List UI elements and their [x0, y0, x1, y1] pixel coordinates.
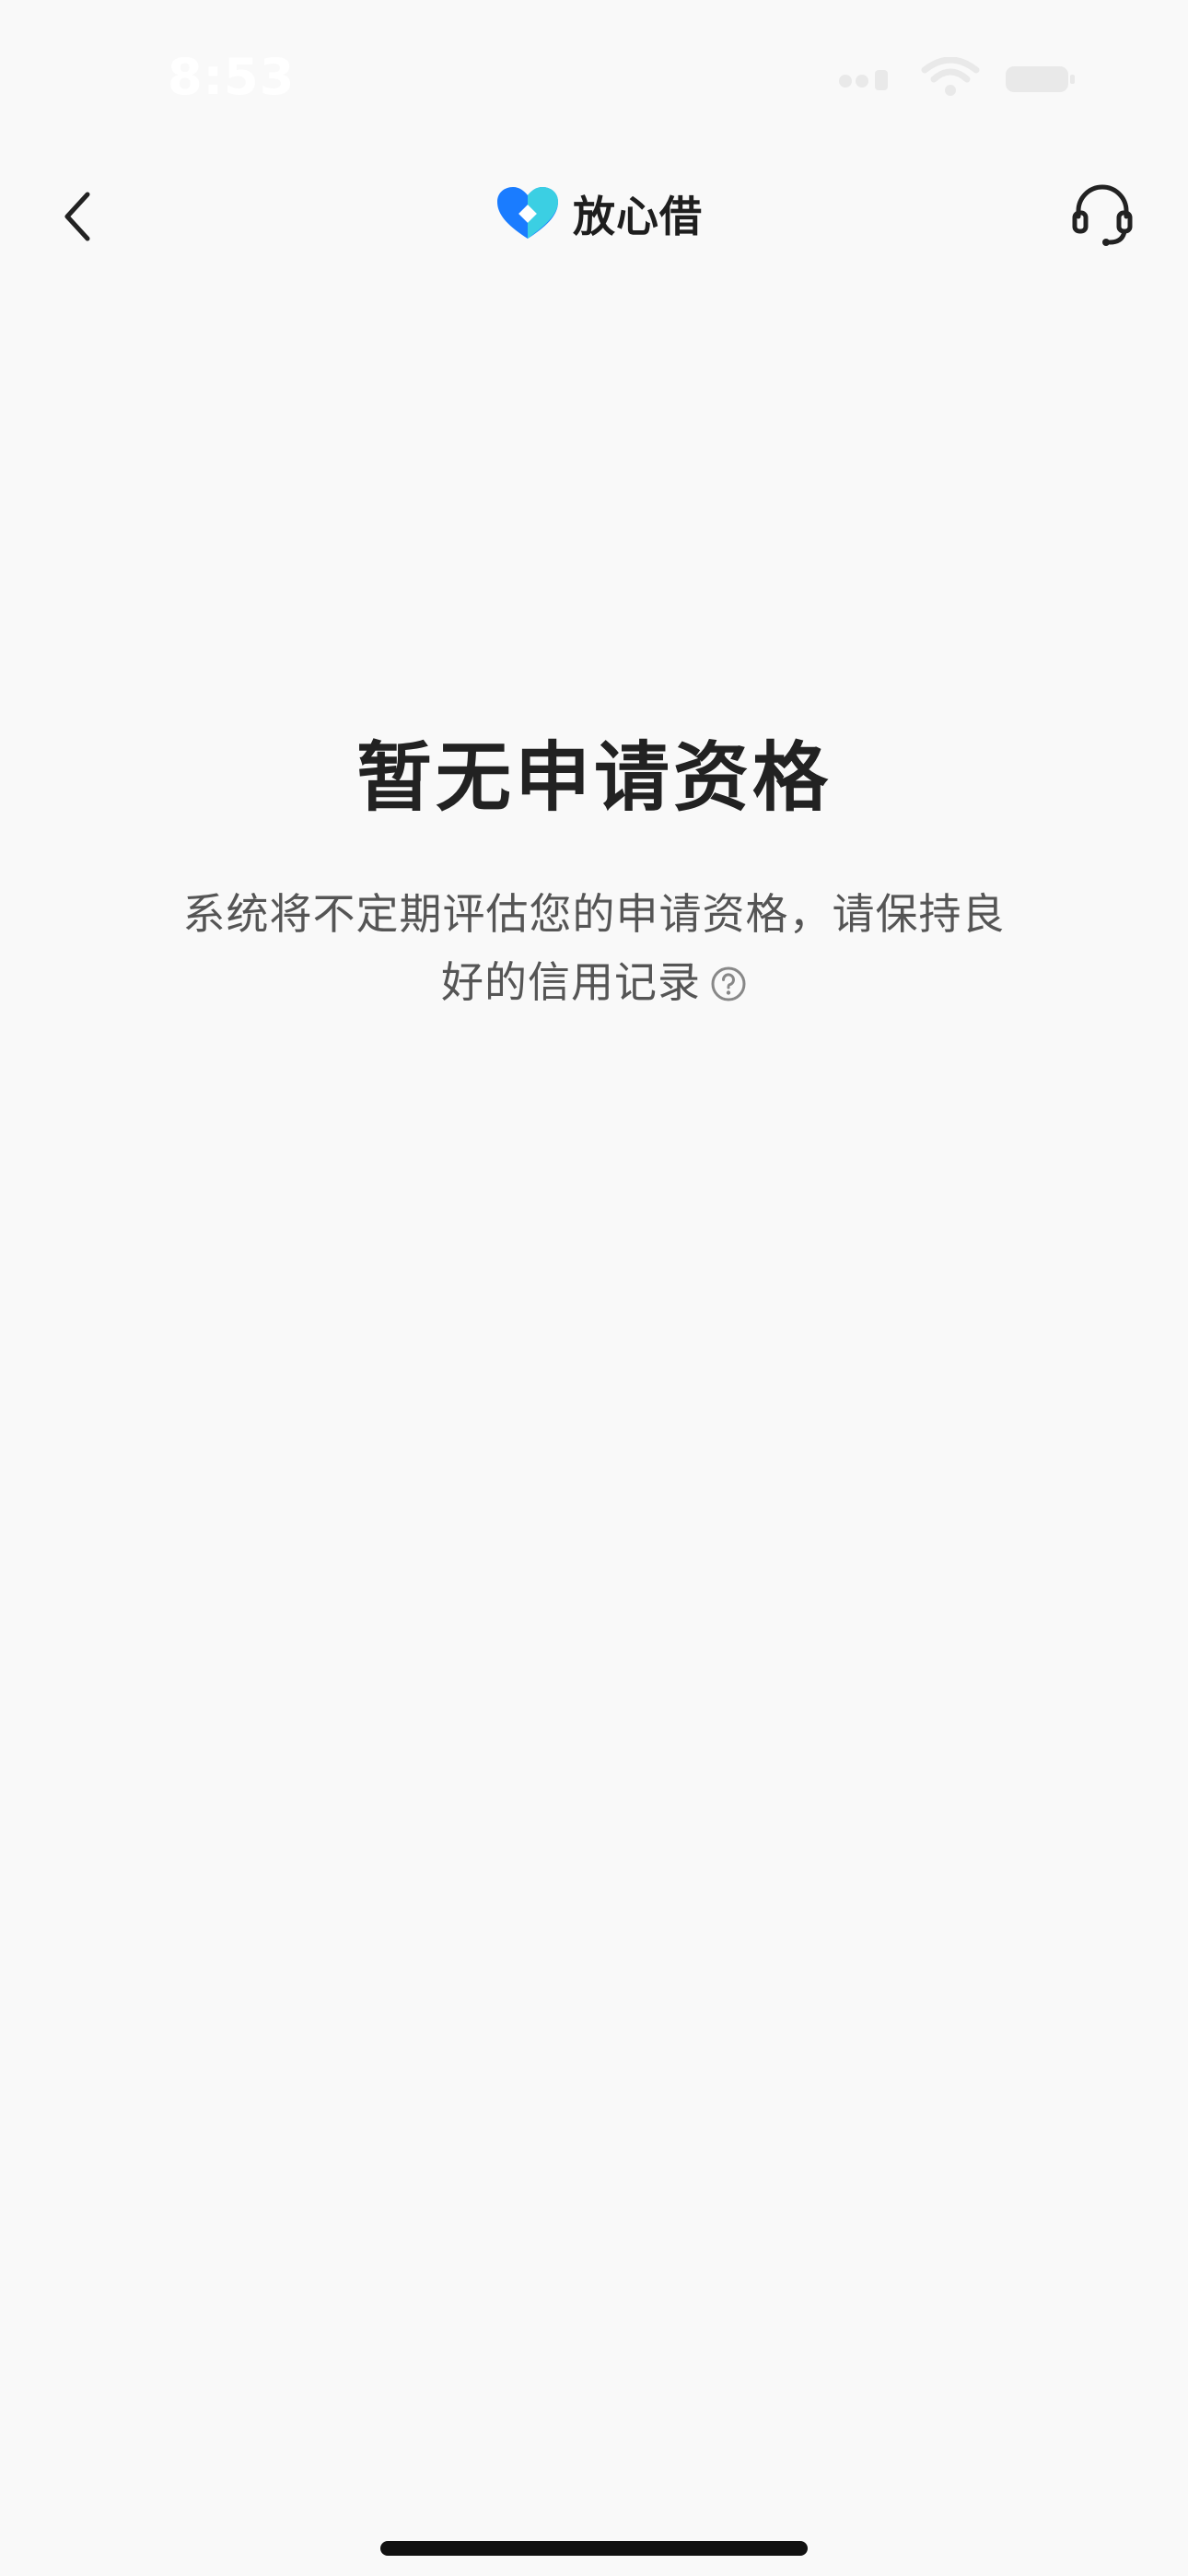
- status-bar: 8:53: [0, 0, 1188, 157]
- battery-icon: [1006, 66, 1075, 92]
- brand: 放心借: [495, 177, 703, 251]
- back-button[interactable]: [37, 175, 120, 258]
- status-time: 8:53: [168, 48, 296, 106]
- chevron-left-icon: [64, 192, 90, 241]
- question-circle-icon[interactable]: [710, 966, 747, 1002]
- brand-name: 放心借: [573, 192, 703, 241]
- headset-icon: [1072, 184, 1133, 246]
- cellular-signal-icon: [839, 70, 888, 90]
- nav-bar: 放心借: [0, 157, 1188, 267]
- customer-service-button[interactable]: [1059, 171, 1146, 258]
- home-indicator: [380, 2541, 808, 2556]
- empty-state-description-text: 系统将不定期评估您的申请资格，请保持良好的信用记录: [182, 889, 1006, 1007]
- wifi-icon: [921, 57, 980, 96]
- brand-logo-icon: [497, 187, 558, 239]
- empty-state-title: 暂无申请资格: [355, 734, 832, 822]
- empty-state-description: 系统将不定期评估您的申请资格，请保持良好的信用记录: [166, 880, 1022, 1016]
